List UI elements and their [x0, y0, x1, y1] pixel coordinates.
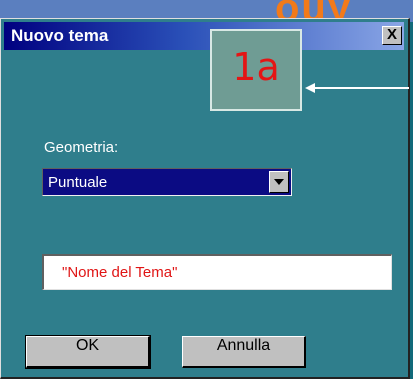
geometry-label: Geometria: [44, 139, 119, 156]
theme-name-value: "Nome del Tema" [62, 264, 178, 281]
dialog-titlebar: Nuovo tema X [4, 22, 404, 50]
annotation-callout: 1a [210, 29, 302, 111]
theme-name-field[interactable]: "Nome del Tema" [42, 254, 392, 290]
dialog-title: Nuovo tema [11, 26, 109, 45]
geometry-select[interactable]: Puntuale [42, 168, 292, 196]
chevron-down-icon[interactable] [269, 171, 289, 193]
ok-button[interactable]: OK [25, 335, 151, 369]
annotation-label: 1a [232, 45, 280, 89]
arrow-line [307, 87, 409, 89]
geometry-selected-value: Puntuale [48, 174, 108, 191]
arrow-left-icon [305, 83, 315, 93]
new-theme-dialog: Nuovo tema X 1a Geometria: Puntuale "Nom… [0, 18, 410, 379]
cancel-button[interactable]: Annulla [182, 336, 306, 368]
close-button[interactable]: X [382, 26, 402, 45]
close-icon: X [386, 26, 397, 43]
